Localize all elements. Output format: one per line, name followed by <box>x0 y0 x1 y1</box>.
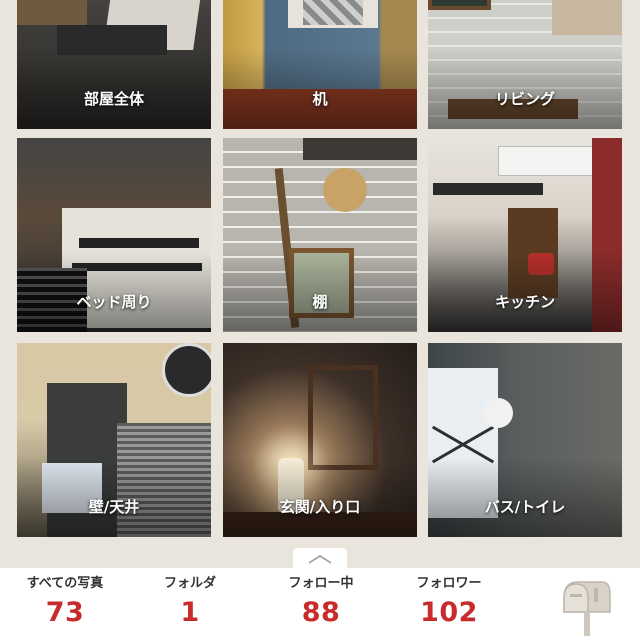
folder-label: リビング <box>494 90 555 108</box>
stat-value: 102 <box>420 597 478 628</box>
folder-label: キッチン <box>494 293 555 311</box>
folder-label: 玄関/入り口 <box>279 498 361 516</box>
folder-label: 机 <box>312 90 328 108</box>
stat-label: すべての写真 <box>26 576 104 591</box>
folder-label: 壁/天井 <box>88 498 140 516</box>
folder-label: バス/トイレ <box>484 498 566 516</box>
expand-handle[interactable] <box>293 548 347 570</box>
chevron-up-icon <box>308 555 332 564</box>
folder-label: 棚 <box>312 293 328 311</box>
stat-label: フォロー中 <box>288 576 354 591</box>
folder-grid: 部屋全体 机 リビング ベッド周り 棚 キッチン 壁/天井 玄関/入り口 バス/… <box>0 0 640 540</box>
profile-stats-bar: すべての写真 73 フォルダ 1 フォロー中 88 フォロワー 102 <box>0 568 640 640</box>
folder-tile-bed[interactable]: ベッド周り <box>17 138 211 332</box>
folder-label: 部屋全体 <box>83 90 144 108</box>
folder-tile-desk[interactable]: 机 <box>223 0 417 129</box>
folder-label: ベッド周り <box>76 293 152 311</box>
stat-value: 88 <box>301 597 341 628</box>
stat-folders[interactable]: フォルダ 1 <box>135 568 245 640</box>
folder-tile-wall[interactable]: 壁/天井 <box>17 343 211 537</box>
folder-tile-bath[interactable]: バス/トイレ <box>428 343 622 537</box>
stat-all-photos[interactable]: すべての写真 73 <box>10 568 120 640</box>
stat-label: フォロワー <box>416 576 482 591</box>
stat-value: 1 <box>180 597 200 628</box>
folder-tile-living[interactable]: リビング <box>428 0 622 129</box>
folder-tile-entrance[interactable]: 玄関/入り口 <box>223 343 417 537</box>
stat-followers[interactable]: フォロワー 102 <box>390 568 508 640</box>
folder-tile-room[interactable]: 部屋全体 <box>17 0 211 129</box>
folder-tile-shelf[interactable]: 棚 <box>223 138 417 332</box>
mailbox-icon[interactable] <box>558 576 612 636</box>
stat-following[interactable]: フォロー中 88 <box>262 568 380 640</box>
stat-label: フォルダ <box>163 576 216 591</box>
folder-tile-kitchen[interactable]: キッチン <box>428 138 622 332</box>
stat-value: 73 <box>45 597 85 628</box>
